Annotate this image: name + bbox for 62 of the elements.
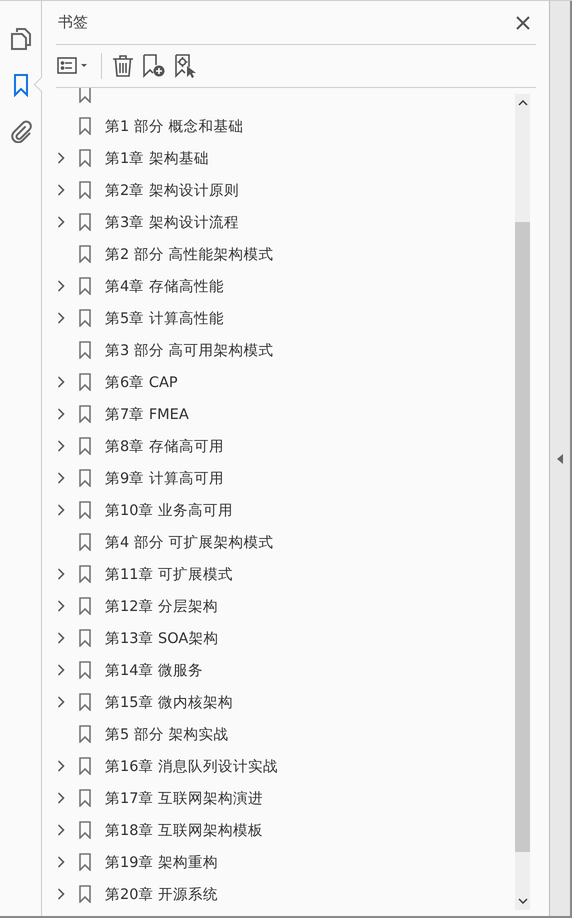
bookmark-cursor-icon[interactable] xyxy=(174,54,198,78)
bookmark-icon xyxy=(79,245,91,263)
bookmark-item[interactable]: 第9章 计算高可用 xyxy=(105,468,224,488)
bookmark-icon xyxy=(79,117,91,135)
bookmark-item[interactable]: 第11章 可扩展模式 xyxy=(105,564,234,584)
bookmark-item[interactable]: 第18章 互联网架构模板 xyxy=(105,820,264,840)
bookmark-item[interactable]: 第4章 存储高性能 xyxy=(105,276,224,296)
bookmark-icon xyxy=(79,533,91,551)
bookmark-item[interactable]: 第3 部分 高可用架构模式 xyxy=(105,340,274,360)
bookmark-item[interactable]: 第2 部分 高性能架构模式 xyxy=(105,244,274,264)
bookmark-item[interactable]: 第5章 计算高性能 xyxy=(105,308,224,328)
bookmark-item[interactable]: 第3章 架构设计流程 xyxy=(105,212,239,232)
bookmark-icon xyxy=(79,789,91,807)
bookmark-icon xyxy=(79,821,91,839)
bookmark-icon xyxy=(79,405,91,423)
scroll-thumb[interactable] xyxy=(515,222,530,852)
panel-title: 书签 xyxy=(58,13,88,32)
trash-icon[interactable] xyxy=(112,54,134,78)
bookmark-item[interactable]: 第1章 架构基础 xyxy=(105,148,209,168)
bookmark-icon xyxy=(79,149,91,167)
bookmark-icon xyxy=(79,725,91,743)
bookmark-item[interactable]: 第6章 CAP xyxy=(105,372,178,392)
bookmark-icon xyxy=(79,341,91,359)
bookmark-item[interactable]: 第4 部分 可扩展架构模式 xyxy=(105,532,274,552)
bookmark-item[interactable]: 第8章 存储高可用 xyxy=(105,436,224,456)
bookmark-item[interactable]: 第7章 FMEA xyxy=(105,404,189,424)
close-icon[interactable] xyxy=(514,14,532,32)
collapse-arrow-icon[interactable] xyxy=(557,454,563,464)
bookmark-item[interactable]: 第2章 架构设计原则 xyxy=(105,180,239,200)
bookmark-item[interactable]: 第1 部分 概念和基础 xyxy=(105,116,244,136)
new-bookmark-icon[interactable] xyxy=(142,54,166,78)
bookmark-item[interactable]: 第19章 架构重构 xyxy=(105,852,218,872)
bookmark-icon xyxy=(79,181,91,199)
bookmark-item[interactable]: 第17章 互联网架构演进 xyxy=(105,788,264,808)
bookmark-item[interactable]: 第5 部分 架构实战 xyxy=(105,724,228,744)
bookmark-icon xyxy=(79,469,91,487)
scroll-up-icon[interactable] xyxy=(518,100,528,106)
bookmark-item[interactable]: 第13章 SOA架构 xyxy=(105,628,218,648)
bookmark-icon xyxy=(79,629,91,647)
bookmark-icon xyxy=(79,597,91,615)
bookmark-icon xyxy=(79,373,91,391)
bookmark-item[interactable]: 第12章 分层架构 xyxy=(105,596,218,616)
bookmark-item[interactable]: 第10章 业务高可用 xyxy=(105,500,234,520)
bookmark-icon xyxy=(79,213,91,231)
bookmark-icon xyxy=(79,853,91,871)
bookmark-item[interactable]: 第16章 消息队列设计实战 xyxy=(105,756,278,776)
bookmark-icon xyxy=(79,309,91,327)
bookmark-item[interactable]: 第14章 微服务 xyxy=(105,660,204,680)
bookmark-icon xyxy=(79,757,91,775)
bookmark-icon xyxy=(79,693,91,711)
bookmark-item[interactable]: 第15章 微内核架构 xyxy=(105,692,234,712)
bookmark-icon xyxy=(79,88,91,103)
bookmark-icon xyxy=(79,661,91,679)
bookmark-icon xyxy=(79,501,91,519)
collapse-strip[interactable] xyxy=(549,1,572,916)
bookmark-icon xyxy=(79,437,91,455)
bookmark-icon xyxy=(79,885,91,903)
scroll-down-icon[interactable] xyxy=(518,898,528,904)
bookmark-icon xyxy=(79,277,91,295)
scrollbar[interactable] xyxy=(515,94,530,910)
bookmark-item[interactable]: 第20章 开源系统 xyxy=(105,884,218,904)
bookmark-icon xyxy=(79,565,91,583)
